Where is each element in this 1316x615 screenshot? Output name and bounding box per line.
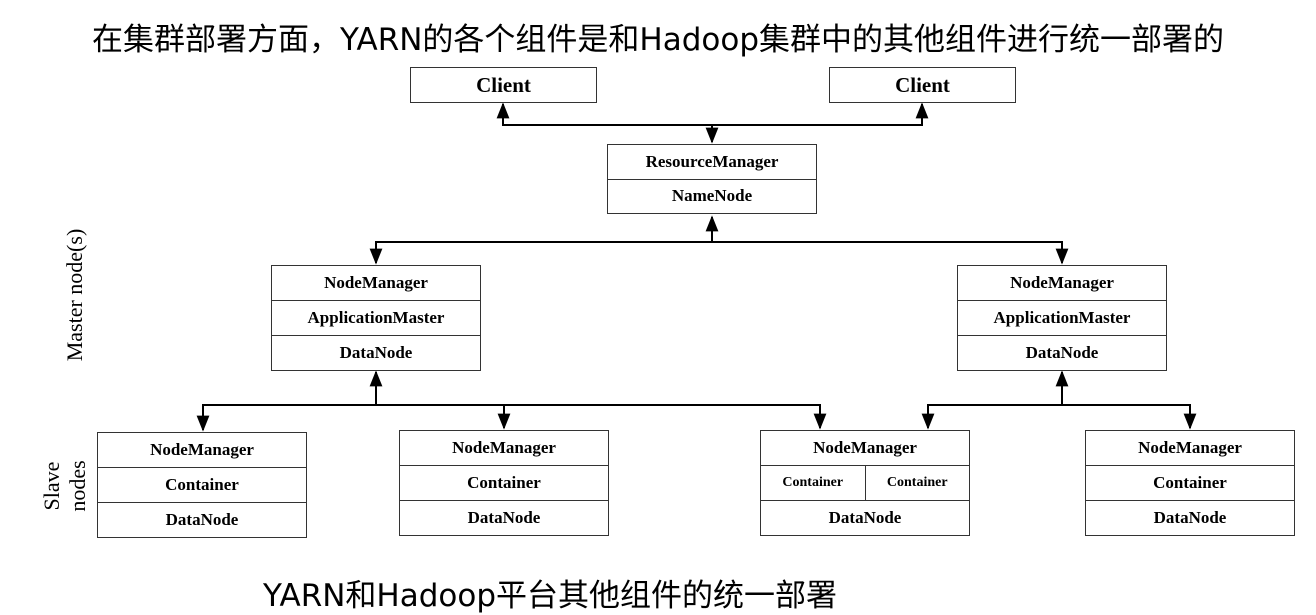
client-label: Client [895, 72, 950, 97]
slave1-connector [196, 404, 376, 432]
nodemanager-label: NodeManager [150, 440, 254, 459]
container-label: Container [1086, 465, 1294, 500]
slave-node-2: NodeManager Container DataNode [399, 430, 609, 536]
datanode-label: DataNode [1086, 500, 1294, 535]
resource-manager-label: ResourceManager [645, 151, 779, 171]
client-left-connector [496, 102, 712, 126]
container-row: Container Container [761, 465, 969, 500]
datanode-label: DataNode [272, 335, 480, 370]
slave4-connector [1062, 404, 1197, 430]
resource-manager-box: ResourceManager NameNode [607, 144, 817, 214]
master-node-left: NodeManager ApplicationMaster DataNode [271, 265, 481, 371]
slave-node-3: NodeManager Container Container DataNode [760, 430, 970, 536]
diagram-caption: YARN和Hadoop平台其他组件的统一部署 [262, 578, 838, 614]
client-label: Client [476, 72, 531, 97]
master-right-connector [712, 241, 1069, 265]
container-label: Container [400, 465, 608, 500]
datanode-label: DataNode [98, 502, 306, 537]
namenode-label: NameNode [608, 178, 816, 214]
nodemanager-label: NodeManager [1138, 438, 1242, 457]
client-box-left: Client [410, 67, 597, 103]
datanode-label: DataNode [400, 500, 608, 535]
slave-node-1: NodeManager Container DataNode [97, 432, 307, 538]
nodemanager-label: NodeManager [324, 273, 428, 292]
datanode-label: DataNode [958, 335, 1166, 370]
nodemanager-label: NodeManager [452, 438, 556, 457]
master-node-right: NodeManager ApplicationMaster DataNode [957, 265, 1167, 371]
nodemanager-label: NodeManager [1010, 273, 1114, 292]
client-right-connector [712, 102, 929, 126]
container-label: Container [98, 467, 306, 502]
nodemanager-label: NodeManager [813, 438, 917, 457]
slave3-right-connector [921, 404, 1062, 430]
applicationmaster-label: ApplicationMaster [272, 300, 480, 335]
slave-node-4: NodeManager Container DataNode [1085, 430, 1295, 536]
applicationmaster-label: ApplicationMaster [958, 300, 1166, 335]
datanode-label: DataNode [761, 500, 969, 535]
container-label-a: Container [782, 475, 844, 490]
slave3-left-connector [376, 404, 827, 430]
master-left-connector [369, 241, 712, 265]
container-label-b: Container [864, 466, 970, 500]
client-box-right: Client [829, 67, 1016, 103]
